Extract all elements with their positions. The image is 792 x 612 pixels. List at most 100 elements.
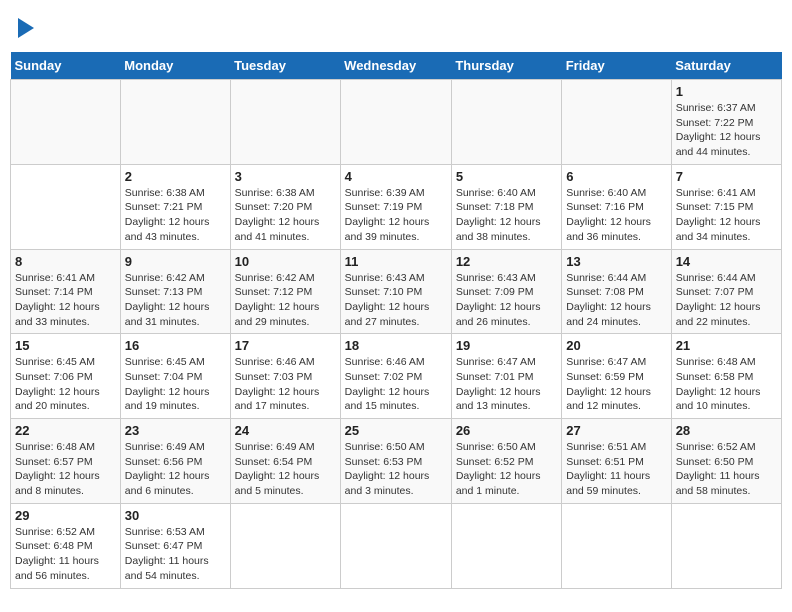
day-number: 9 bbox=[125, 254, 226, 269]
page-header bbox=[10, 10, 782, 44]
day-info: Sunrise: 6:39 AMSunset: 7:19 PMDaylight:… bbox=[345, 187, 430, 243]
header-cell-friday: Friday bbox=[562, 52, 671, 80]
day-number: 6 bbox=[566, 169, 666, 184]
day-number: 21 bbox=[676, 338, 777, 353]
calendar-cell: 21 Sunrise: 6:48 AMSunset: 6:58 PMDayligh… bbox=[671, 334, 781, 419]
calendar-cell: 9Sunrise: 6:42 AMSunset: 7:13 PMDaylight… bbox=[120, 249, 230, 334]
day-number: 19 bbox=[456, 338, 557, 353]
calendar-cell: 6Sunrise: 6:40 AMSunset: 7:16 PMDaylight… bbox=[562, 164, 671, 249]
calendar-cell: 4 Sunrise: 6:39 AMSunset: 7:19 PMDaylight… bbox=[340, 164, 451, 249]
calendar-row: 1Sunrise: 6:37 AMSunset: 7:22 PMDaylight… bbox=[11, 80, 782, 165]
day-number: 27 bbox=[566, 423, 666, 438]
calendar-table: SundayMondayTuesdayWednesdayThursdayFrid… bbox=[10, 52, 782, 589]
calendar-cell-empty bbox=[671, 503, 781, 588]
day-info: Sunrise: 6:38 AMSunset: 7:20 PMDaylight:… bbox=[235, 187, 320, 243]
calendar-row: 29 Sunrise: 6:52 AMSunset: 6:48 PMDayligh… bbox=[11, 503, 782, 588]
calendar-cell: 10Sunrise: 6:42 AMSunset: 7:12 PMDayligh… bbox=[230, 249, 340, 334]
calendar-cell: 5 Sunrise: 6:40 AMSunset: 7:18 PMDaylight… bbox=[451, 164, 561, 249]
calendar-cell: 26Sunrise: 6:50 AMSunset: 6:52 PMDayligh… bbox=[451, 419, 561, 504]
calendar-cell: 7 Sunrise: 6:41 AMSunset: 7:15 PMDaylight… bbox=[671, 164, 781, 249]
calendar-cell-empty bbox=[562, 503, 671, 588]
calendar-row: 2Sunrise: 6:38 AMSunset: 7:21 PMDaylight… bbox=[11, 164, 782, 249]
day-info: Sunrise: 6:43 AMSunset: 7:10 PMDaylight:… bbox=[345, 272, 430, 328]
day-info: Sunrise: 6:43 AMSunset: 7:09 PMDaylight:… bbox=[456, 272, 541, 328]
day-number: 12 bbox=[456, 254, 557, 269]
day-info: Sunrise: 6:46 AMSunset: 7:02 PMDaylight:… bbox=[345, 356, 430, 412]
calendar-cell: 3 Sunrise: 6:38 AMSunset: 7:20 PMDaylight… bbox=[230, 164, 340, 249]
calendar-cell: 30 Sunrise: 6:53 AMSunset: 6:47 PMDayligh… bbox=[120, 503, 230, 588]
day-number: 17 bbox=[235, 338, 336, 353]
day-number: 11 bbox=[345, 254, 447, 269]
logo bbox=[14, 16, 34, 38]
calendar-cell: 19 Sunrise: 6:47 AMSunset: 7:01 PMDayligh… bbox=[451, 334, 561, 419]
calendar-cell-empty bbox=[340, 80, 451, 165]
header-cell-wednesday: Wednesday bbox=[340, 52, 451, 80]
day-info: Sunrise: 6:44 AMSunset: 7:08 PMDaylight:… bbox=[566, 272, 651, 328]
day-info: Sunrise: 6:47 AMSunset: 7:01 PMDaylight:… bbox=[456, 356, 541, 412]
calendar-cell: 14Sunrise: 6:44 AMSunset: 7:07 PMDayligh… bbox=[671, 249, 781, 334]
day-info: Sunrise: 6:47 AMSunset: 6:59 PMDaylight:… bbox=[566, 356, 651, 412]
day-info: Sunrise: 6:52 AMSunset: 6:50 PMDaylight:… bbox=[676, 441, 760, 497]
calendar-cell-empty bbox=[230, 503, 340, 588]
day-number: 18 bbox=[345, 338, 447, 353]
calendar-header: SundayMondayTuesdayWednesdayThursdayFrid… bbox=[11, 52, 782, 80]
day-number: 7 bbox=[676, 169, 777, 184]
calendar-cell: 12 Sunrise: 6:43 AMSunset: 7:09 PMDayligh… bbox=[451, 249, 561, 334]
day-number: 30 bbox=[125, 508, 226, 523]
calendar-cell: 13 Sunrise: 6:44 AMSunset: 7:08 PMDayligh… bbox=[562, 249, 671, 334]
header-cell-saturday: Saturday bbox=[671, 52, 781, 80]
day-info: Sunrise: 6:53 AMSunset: 6:47 PMDaylight:… bbox=[125, 526, 209, 582]
calendar-cell: 29 Sunrise: 6:52 AMSunset: 6:48 PMDayligh… bbox=[11, 503, 121, 588]
day-info: Sunrise: 6:48 AMSunset: 6:57 PMDaylight:… bbox=[15, 441, 100, 497]
calendar-cell: 20Sunrise: 6:47 AMSunset: 6:59 PMDayligh… bbox=[562, 334, 671, 419]
logo-arrow-icon bbox=[18, 18, 34, 38]
day-info: Sunrise: 6:49 AMSunset: 6:56 PMDaylight:… bbox=[125, 441, 210, 497]
header-row: SundayMondayTuesdayWednesdayThursdayFrid… bbox=[11, 52, 782, 80]
header-cell-sunday: Sunday bbox=[11, 52, 121, 80]
day-info: Sunrise: 6:51 AMSunset: 6:51 PMDaylight:… bbox=[566, 441, 650, 497]
calendar-cell: 11 Sunrise: 6:43 AMSunset: 7:10 PMDayligh… bbox=[340, 249, 451, 334]
day-number: 5 bbox=[456, 169, 557, 184]
calendar-cell-empty bbox=[340, 503, 451, 588]
calendar-cell-empty bbox=[451, 80, 561, 165]
day-info: Sunrise: 6:48 AMSunset: 6:58 PMDaylight:… bbox=[676, 356, 761, 412]
day-number: 22 bbox=[15, 423, 116, 438]
day-number: 26 bbox=[456, 423, 557, 438]
calendar-cell-empty bbox=[11, 80, 121, 165]
day-number: 14 bbox=[676, 254, 777, 269]
day-number: 15 bbox=[15, 338, 116, 353]
calendar-cell: 23Sunrise: 6:49 AMSunset: 6:56 PMDayligh… bbox=[120, 419, 230, 504]
calendar-cell: 1Sunrise: 6:37 AMSunset: 7:22 PMDaylight… bbox=[671, 80, 781, 165]
calendar-body: 1Sunrise: 6:37 AMSunset: 7:22 PMDaylight… bbox=[11, 80, 782, 589]
calendar-cell: 24Sunrise: 6:49 AMSunset: 6:54 PMDayligh… bbox=[230, 419, 340, 504]
calendar-cell: 18 Sunrise: 6:46 AMSunset: 7:02 PMDayligh… bbox=[340, 334, 451, 419]
day-number: 25 bbox=[345, 423, 447, 438]
day-number: 29 bbox=[15, 508, 116, 523]
day-number: 8 bbox=[15, 254, 116, 269]
calendar-cell-empty bbox=[451, 503, 561, 588]
calendar-cell-empty bbox=[562, 80, 671, 165]
day-info: Sunrise: 6:49 AMSunset: 6:54 PMDaylight:… bbox=[235, 441, 320, 497]
calendar-cell: 2Sunrise: 6:38 AMSunset: 7:21 PMDaylight… bbox=[120, 164, 230, 249]
day-number: 10 bbox=[235, 254, 336, 269]
day-info: Sunrise: 6:46 AMSunset: 7:03 PMDaylight:… bbox=[235, 356, 320, 412]
calendar-cell: 8 Sunrise: 6:41 AMSunset: 7:14 PMDaylight… bbox=[11, 249, 121, 334]
day-info: Sunrise: 6:41 AMSunset: 7:15 PMDaylight:… bbox=[676, 187, 761, 243]
day-number: 1 bbox=[676, 84, 777, 99]
day-info: Sunrise: 6:52 AMSunset: 6:48 PMDaylight:… bbox=[15, 526, 99, 582]
calendar-cell: 16Sunrise: 6:45 AMSunset: 7:04 PMDayligh… bbox=[120, 334, 230, 419]
day-number: 2 bbox=[125, 169, 226, 184]
calendar-cell: 15 Sunrise: 6:45 AMSunset: 7:06 PMDayligh… bbox=[11, 334, 121, 419]
day-info: Sunrise: 6:41 AMSunset: 7:14 PMDaylight:… bbox=[15, 272, 100, 328]
day-info: Sunrise: 6:45 AMSunset: 7:06 PMDaylight:… bbox=[15, 356, 100, 412]
calendar-cell: 27 Sunrise: 6:51 AMSunset: 6:51 PMDayligh… bbox=[562, 419, 671, 504]
day-number: 4 bbox=[345, 169, 447, 184]
header-cell-tuesday: Tuesday bbox=[230, 52, 340, 80]
day-info: Sunrise: 6:40 AMSunset: 7:18 PMDaylight:… bbox=[456, 187, 541, 243]
day-number: 3 bbox=[235, 169, 336, 184]
calendar-row: 22 Sunrise: 6:48 AMSunset: 6:57 PMDayligh… bbox=[11, 419, 782, 504]
day-number: 16 bbox=[125, 338, 226, 353]
calendar-cell: 22 Sunrise: 6:48 AMSunset: 6:57 PMDayligh… bbox=[11, 419, 121, 504]
day-number: 13 bbox=[566, 254, 666, 269]
calendar-row: 15 Sunrise: 6:45 AMSunset: 7:06 PMDayligh… bbox=[11, 334, 782, 419]
